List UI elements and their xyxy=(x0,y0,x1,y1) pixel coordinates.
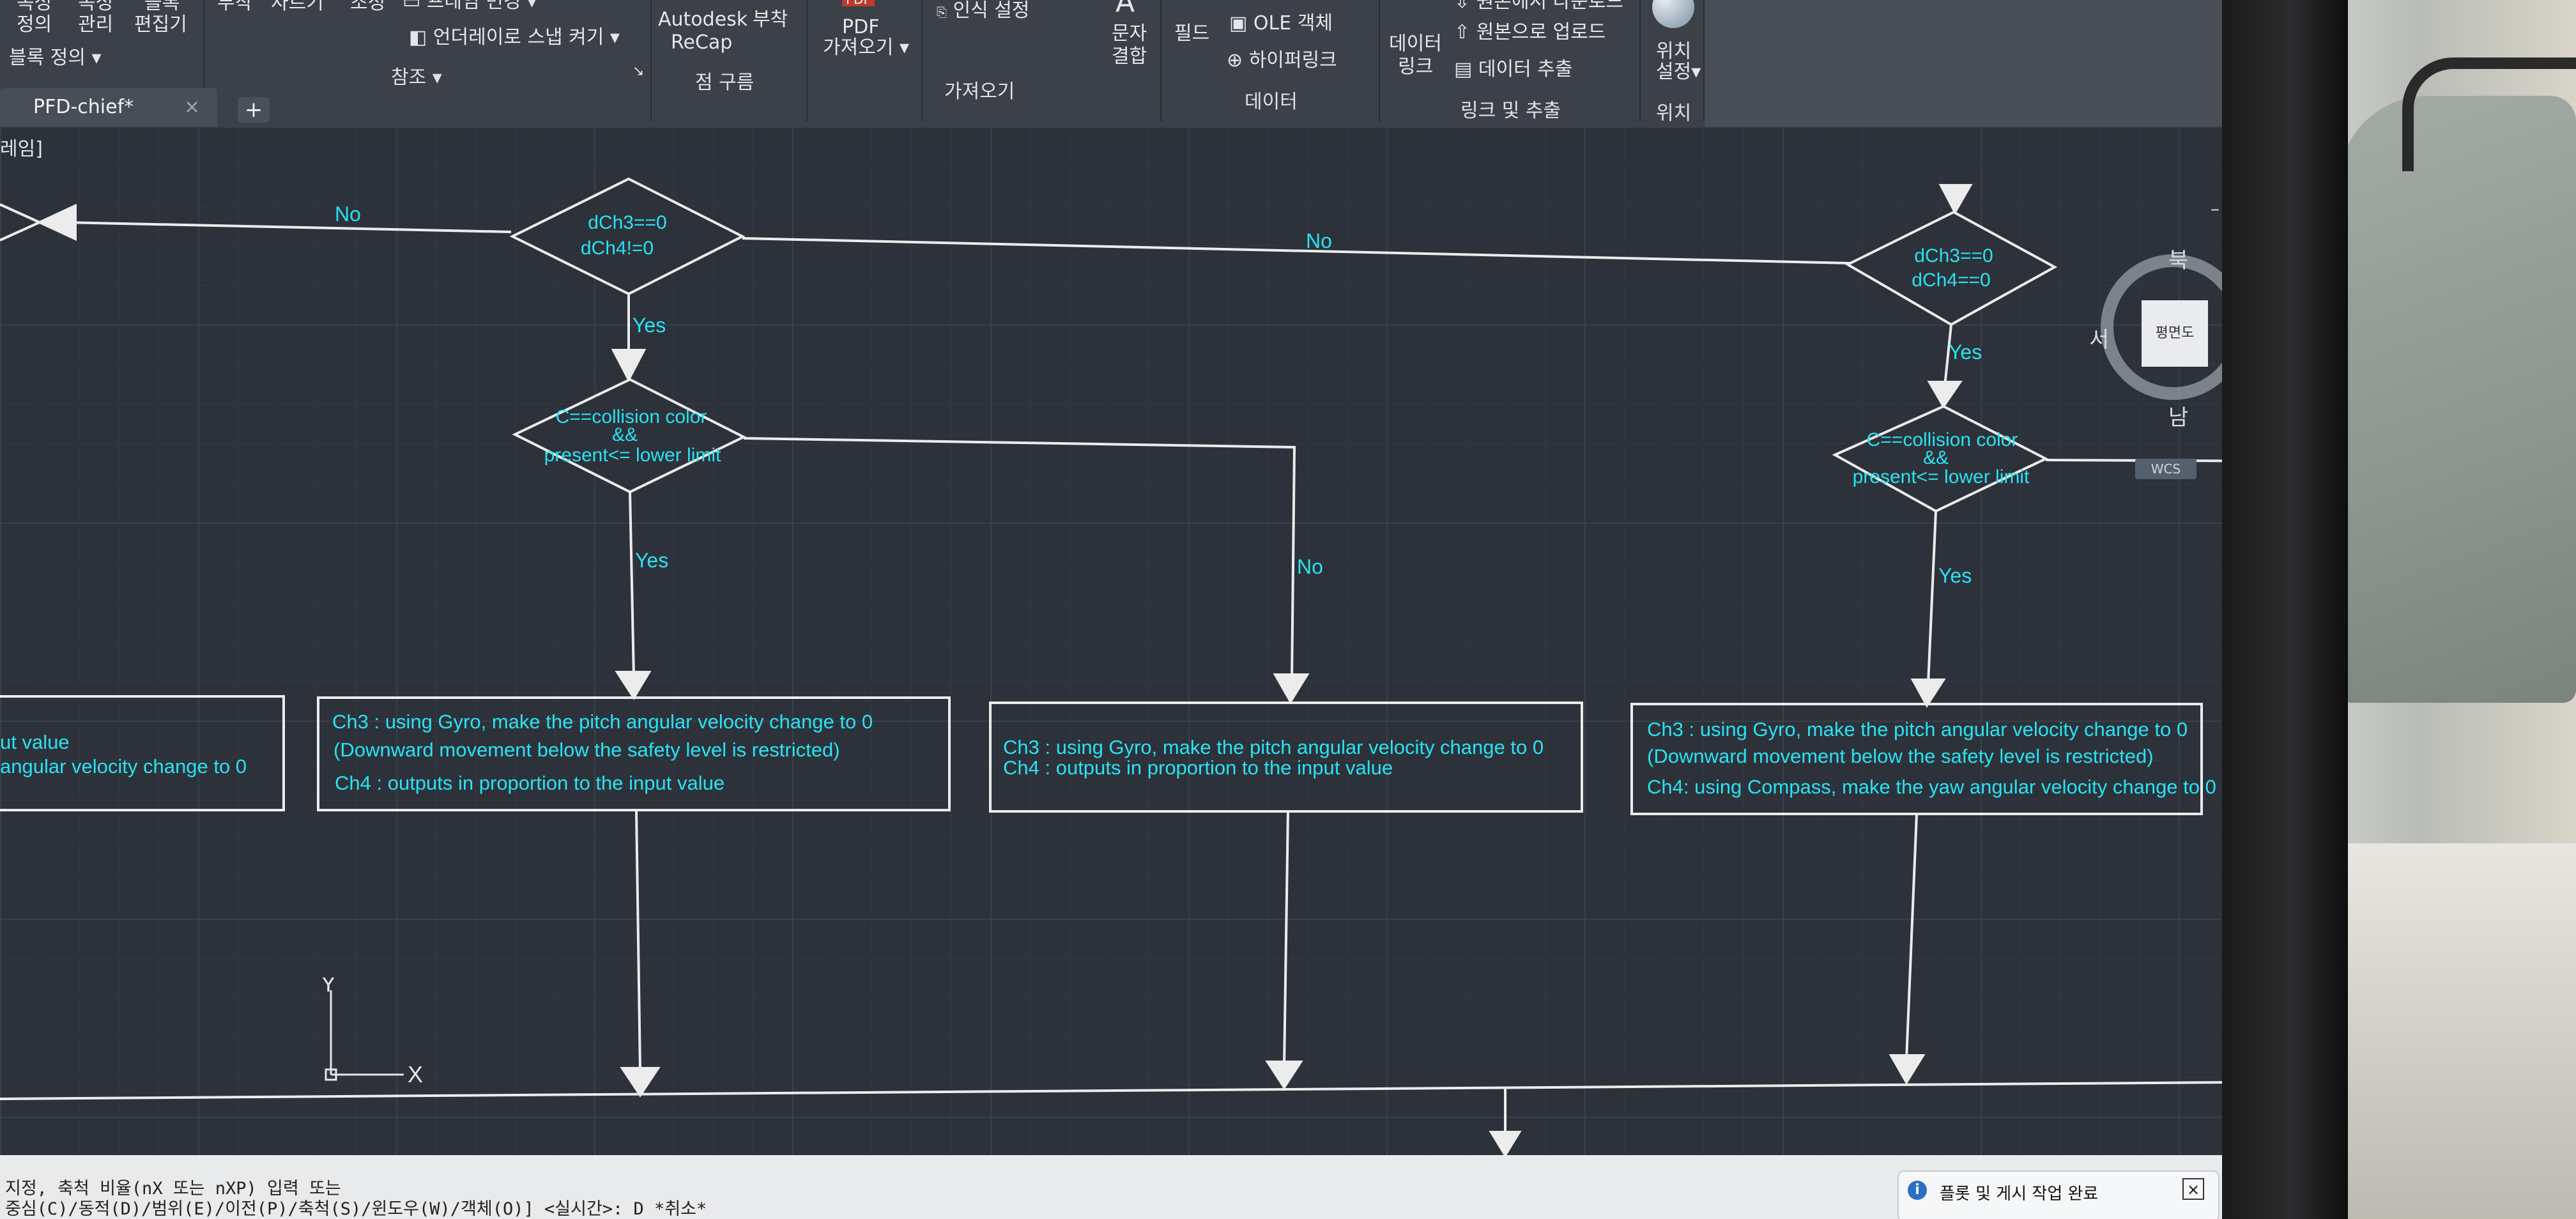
label-yes: Yes xyxy=(1949,341,1982,364)
flow-line xyxy=(742,237,1852,264)
arrow-head xyxy=(1489,1131,1522,1158)
box-0-text: angular velocity change to 0 xyxy=(0,755,247,778)
box-3-text: Ch3 : using Gyro, make the pitch angular… xyxy=(1647,718,2188,740)
process-box-0[interactable] xyxy=(0,695,285,811)
decision-diamond-3[interactable] xyxy=(1844,210,2058,326)
hanging-jacket xyxy=(2338,96,2576,703)
diamond-1-text: dCh4!=0 xyxy=(581,238,654,259)
picture-frames xyxy=(2326,843,2576,1219)
wcs-menu[interactable]: WCS xyxy=(2135,459,2196,479)
box-0-text: ut value xyxy=(0,731,70,753)
diamond-3-text: dCh4==0 xyxy=(1912,270,1990,291)
info-icon: i xyxy=(1908,1181,1927,1200)
decision-diamond-1[interactable] xyxy=(509,177,746,296)
label-yes: Yes xyxy=(635,549,668,572)
arrow-head xyxy=(1938,184,1973,215)
box-2-text: Ch3 : using Gyro, make the pitch angular… xyxy=(1003,736,1544,758)
notification-balloon[interactable]: i 플롯 및 게시 작업 완료 × xyxy=(1897,1170,2220,1219)
label-yes: Yes xyxy=(1938,564,1972,587)
arrow-head xyxy=(1927,381,1963,409)
arrow-head xyxy=(1273,673,1310,704)
monitor-screen: 속성 속성 블록 정의 관리 편집기 블록 정의 ▾ 부착 자르기 조정 ▭ 프… xyxy=(0,0,2300,1219)
arrow-head xyxy=(1265,1061,1303,1090)
arrow-head xyxy=(1910,678,1946,708)
diamond-1-text: dCh3==0 xyxy=(588,212,666,233)
box-1-text: Ch4 : outputs in proportion to the input… xyxy=(335,772,724,794)
cube-face-top[interactable]: 평면도 xyxy=(2142,300,2208,367)
flow-line xyxy=(1927,510,1937,684)
box-3-text: Ch4: using Compass, make the yaw angular… xyxy=(1647,776,2216,798)
flow-line xyxy=(0,203,43,241)
label-no: No xyxy=(1297,555,1323,578)
diamond-3-text: dCh3==0 xyxy=(1914,245,1993,266)
clothes-hanger xyxy=(2402,57,2576,171)
ucs-x-label: X xyxy=(408,1061,423,1087)
arrow-head xyxy=(620,1067,661,1098)
arrow-head xyxy=(1889,1054,1926,1085)
command-prompt-line[interactable]: 중심(C)/동적(D)/범위(E)/이전(P)/축척(S)/윈도우(W)/객체(… xyxy=(5,1195,707,1219)
box-3-text: (Downward movement below the safety leve… xyxy=(1647,745,2154,767)
box-2-text: Ch4 : outputs in proportion to the input… xyxy=(1003,756,1393,779)
arrow-head xyxy=(611,349,647,383)
ucs-y-label: Y xyxy=(321,977,336,997)
diamond-2-text: && xyxy=(612,424,638,445)
arrow-head xyxy=(615,671,652,700)
label-no: No xyxy=(335,203,361,226)
ucs-icon: Y X xyxy=(321,977,423,1087)
compass-north[interactable]: 북 xyxy=(2168,243,2188,274)
compass-west[interactable]: 서 xyxy=(2089,322,2109,353)
label-no: No xyxy=(1306,229,1332,252)
flow-line xyxy=(629,491,635,678)
flow-line xyxy=(635,809,641,1073)
diamond-2-text: present<= lower limit xyxy=(544,445,721,466)
flow-line xyxy=(1905,813,1918,1060)
box-1-text: (Downward movement below the safety leve… xyxy=(334,739,840,761)
box-1-text: Ch3 : using Gyro, make the pitch angular… xyxy=(332,710,873,733)
diamond-4-text: present<= lower limit xyxy=(1853,466,2030,487)
notification-close-button[interactable]: × xyxy=(2182,1178,2204,1200)
diamond-4-text: && xyxy=(1923,447,1949,468)
notification-text[interactable]: 플롯 및 게시 작업 완료 xyxy=(1940,1181,2098,1204)
label-yes: Yes xyxy=(632,314,666,337)
flow-line xyxy=(63,221,512,233)
compass-south[interactable]: 남 xyxy=(2168,400,2188,431)
arrow-head xyxy=(36,203,77,241)
flow-line xyxy=(743,437,1296,682)
flow-line xyxy=(1283,811,1289,1066)
monitor-bezel-edge xyxy=(2287,0,2348,1219)
